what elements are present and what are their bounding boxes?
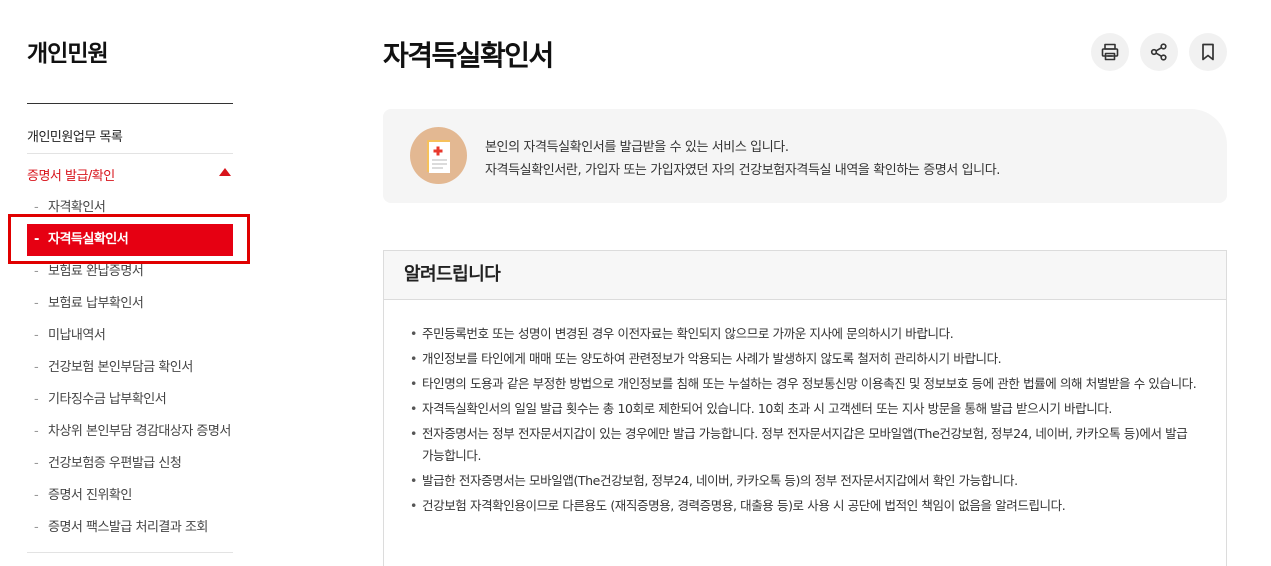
- sidebar-subitem[interactable]: - 건강보험증 우편발급 신청: [27, 448, 233, 480]
- dash-marker: -: [34, 456, 39, 471]
- sidebar-subitem-label: 기타징수금 납부확인서: [48, 392, 167, 407]
- notice-panel: 알려드립니다 주민등록번호 또는 성명이 변경된 경우 이전자료는 확인되지 않…: [383, 250, 1227, 566]
- notice-item: 개인정보를 타인에게 매매 또는 양도하여 관련정보가 악용되는 사례가 발생하…: [410, 348, 1200, 370]
- dash-marker: -: [34, 360, 39, 375]
- sidebar-subitem[interactable]: - 보험료 납부확인서: [27, 288, 233, 320]
- sidebar-subitem[interactable]: - 미납내역서: [27, 320, 233, 352]
- dash-marker: -: [34, 328, 39, 343]
- sidebar-subitem[interactable]: - 기타징수금 납부확인서: [27, 384, 233, 416]
- sidebar-list-link[interactable]: 개인민원업무 목록: [27, 126, 123, 145]
- sidebar: 개인민원 개인민원업무 목록 증명서 발급/확인 - 자격확인서 - 자격득실확인서 -…: [0, 0, 260, 566]
- dash-marker: -: [34, 520, 39, 535]
- sidebar-subitem-label: 보험료 완납증명서: [48, 264, 144, 279]
- sidebar-subitem-label: 자격확인서: [48, 200, 106, 215]
- collapse-arrow-icon: [219, 168, 231, 176]
- sidebar-subitem-label: 보험료 납부확인서: [48, 296, 144, 311]
- print-icon: [1101, 43, 1119, 61]
- sidebar-subitem[interactable]: - 증명서 진위확인: [27, 480, 233, 512]
- notice-item: 주민등록번호 또는 성명이 변경된 경우 이전자료는 확인되지 않으므로 가까운…: [410, 323, 1200, 345]
- notice-item: 발급한 전자증명서는 모바일앱(The건강보험, 정부24, 네이버, 카카오톡…: [410, 470, 1200, 492]
- page-title: 자격득실확인서: [383, 39, 554, 72]
- notice-item: 전자증명서는 정부 전자문서지갑이 있는 경우에만 발급 가능합니다. 정부 전…: [410, 423, 1200, 467]
- document-icon: [410, 127, 467, 184]
- notice-item: 자격득실확인서의 일일 발급 횟수는 총 10회로 제한되어 있습니다. 10회…: [410, 398, 1200, 420]
- sidebar-subitem-label: 건강보험 본인부담금 확인서: [48, 360, 193, 375]
- notice-item: 건강보험 자격확인용이므로 다른용도 (재직증명용, 경력증명용, 대출용 등)…: [410, 495, 1200, 517]
- sidebar-separator-bottom: [27, 552, 233, 553]
- sidebar-subitem-label: 건강보험증 우편발급 신청: [48, 456, 182, 471]
- bookmark-icon: [1202, 43, 1214, 61]
- notice-heading: 알려드립니다: [384, 251, 1226, 300]
- sidebar-subitem-label: 증명서 팩스발급 처리결과 조회: [48, 520, 208, 535]
- sidebar-category-toggle[interactable]: 증명서 발급/확인: [27, 165, 233, 184]
- sidebar-separator: [27, 153, 233, 154]
- sidebar-subitem-label: 증명서 진위확인: [48, 488, 132, 503]
- dash-marker: -: [34, 296, 39, 311]
- sidebar-title: 개인민원: [27, 41, 109, 67]
- intro-line-1: 본인의 자격득실확인서를 발급받을 수 있는 서비스 입니다.: [485, 140, 789, 155]
- sidebar-subitem-label: 차상위 본인부담 경감대상자 증명서: [48, 424, 231, 439]
- intro-line-2: 자격득실확인서란, 가입자 또는 가입자였던 자의 건강보험자격득실 내역을 확…: [485, 163, 1001, 178]
- service-intro-box: 본인의 자격득실확인서를 발급받을 수 있는 서비스 입니다. 자격득실확인서란…: [383, 109, 1227, 203]
- sidebar-category-label: 증명서 발급/확인: [27, 169, 115, 184]
- print-button[interactable]: [1091, 33, 1129, 71]
- share-icon: [1150, 43, 1167, 61]
- share-button[interactable]: [1140, 33, 1178, 71]
- sidebar-subitem-label: 미납내역서: [48, 328, 106, 343]
- bookmark-button[interactable]: [1189, 33, 1227, 71]
- dash-marker: -: [34, 488, 39, 503]
- highlight-outline: [8, 214, 250, 264]
- notice-list: 주민등록번호 또는 성명이 변경된 경우 이전자료는 확인되지 않으므로 가까운…: [410, 323, 1200, 520]
- dash-marker: -: [34, 392, 39, 407]
- sidebar-subitem[interactable]: - 증명서 팩스발급 처리결과 조회: [27, 512, 233, 544]
- sidebar-subitem[interactable]: - 차상위 본인부담 경감대상자 증명서: [27, 416, 233, 448]
- sidebar-subitem[interactable]: - 건강보험 본인부담금 확인서: [27, 352, 233, 384]
- dash-marker: -: [34, 424, 39, 439]
- sidebar-divider: [27, 103, 233, 104]
- notice-item: 타인명의 도용과 같은 부정한 방법으로 개인정보를 침해 또는 누설하는 경우…: [410, 373, 1200, 395]
